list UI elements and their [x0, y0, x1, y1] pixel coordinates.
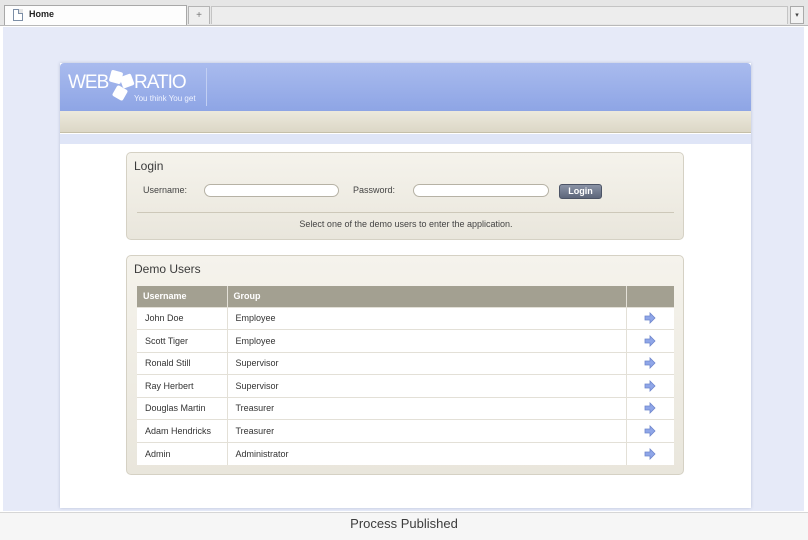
- arrow-right-icon[interactable]: [644, 447, 656, 460]
- demo-users-panel: Demo Users Username Group John Doe Employ…: [126, 255, 684, 475]
- tab-label: Home: [29, 9, 55, 19]
- group-cell: Supervisor: [227, 374, 627, 397]
- demo-users-title: Demo Users: [134, 262, 201, 276]
- table-row: Adam Hendricks Treasurer: [137, 419, 674, 442]
- status-text: Process Published: [350, 516, 458, 531]
- arrow-right-icon[interactable]: [644, 402, 656, 415]
- tab-list-dropdown-button[interactable]: ▾: [790, 6, 804, 24]
- browser-tab-bar: Home + ▾: [0, 0, 808, 26]
- webratio-logo[interactable]: WEB RATIO You think You get: [68, 68, 204, 106]
- column-header-action: [626, 286, 674, 307]
- users-table: Username Group John Doe Employee Scott Tig…: [137, 286, 674, 465]
- username-cell: Scott Tiger: [137, 329, 228, 352]
- logo-text-left: WEB: [68, 72, 109, 93]
- username-cell: John Doe: [137, 306, 228, 330]
- enter-as-user-cell: [626, 374, 674, 397]
- status-bar: Process Published: [0, 512, 808, 540]
- password-label: Password:: [353, 185, 396, 195]
- login-hint: Select one of the demo users to enter th…: [299, 219, 513, 229]
- table-row: Ronald Still Supervisor: [137, 351, 674, 375]
- username-cell: Douglas Martin: [137, 396, 228, 420]
- enter-as-user-cell: [626, 396, 674, 420]
- login-panel: Login Username: Password: Login Select o…: [126, 152, 684, 240]
- tab-strip-empty: [211, 6, 788, 24]
- divider: [137, 212, 674, 213]
- table-header-row: Username Group: [137, 286, 674, 307]
- login-title: Login: [134, 159, 164, 173]
- username-cell: Ronald Still: [137, 351, 228, 375]
- tab-home[interactable]: Home: [4, 5, 187, 25]
- enter-as-user-cell: [626, 351, 674, 375]
- group-cell: Employee: [227, 329, 627, 352]
- enter-as-user-cell: [626, 306, 674, 330]
- logo-tagline: You think You get: [134, 94, 196, 103]
- navigation-strip: [60, 134, 751, 144]
- enter-as-user-cell: [626, 419, 674, 442]
- username-label: Username:: [143, 185, 188, 195]
- logo-text-right: RATIO: [134, 72, 187, 93]
- users-table-body: John Doe Employee Scott Tiger Employee Ronal…: [137, 306, 674, 465]
- logo-separator: [206, 68, 207, 106]
- arrow-right-icon[interactable]: [644, 334, 656, 347]
- new-tab-button[interactable]: +: [188, 6, 210, 24]
- column-header-group: Group: [227, 286, 627, 307]
- username-cell: Adam Hendricks: [137, 419, 228, 442]
- page-icon: [13, 9, 23, 21]
- enter-as-user-cell: [626, 329, 674, 352]
- group-cell: Supervisor: [227, 351, 627, 375]
- page-viewport: WEB RATIO You think You get Login Userna…: [3, 27, 804, 511]
- login-button[interactable]: Login: [559, 184, 602, 199]
- username-cell: Admin: [137, 441, 228, 465]
- table-row: Admin Administrator: [137, 441, 674, 465]
- arrow-right-icon[interactable]: [644, 379, 656, 392]
- navigation-bar: [60, 111, 751, 133]
- password-input[interactable]: [413, 184, 549, 197]
- arrow-right-icon[interactable]: [644, 424, 656, 437]
- group-cell: Treasurer: [227, 419, 627, 442]
- table-row: Ray Herbert Supervisor: [137, 374, 674, 397]
- group-cell: Treasurer: [227, 396, 627, 420]
- table-row: Douglas Martin Treasurer: [137, 396, 674, 420]
- group-cell: Administrator: [227, 441, 627, 465]
- application-window: WEB RATIO You think You get Login Userna…: [60, 63, 751, 508]
- username-input[interactable]: [204, 184, 339, 197]
- arrow-right-icon[interactable]: [644, 312, 656, 325]
- username-cell: Ray Herbert: [137, 374, 228, 397]
- table-row: Scott Tiger Employee: [137, 329, 674, 352]
- column-header-username: Username: [137, 286, 228, 307]
- arrow-right-icon[interactable]: [644, 357, 656, 370]
- group-cell: Employee: [227, 306, 627, 330]
- app-header: WEB RATIO You think You get: [60, 63, 751, 111]
- table-row: John Doe Employee: [137, 306, 674, 330]
- enter-as-user-cell: [626, 441, 674, 465]
